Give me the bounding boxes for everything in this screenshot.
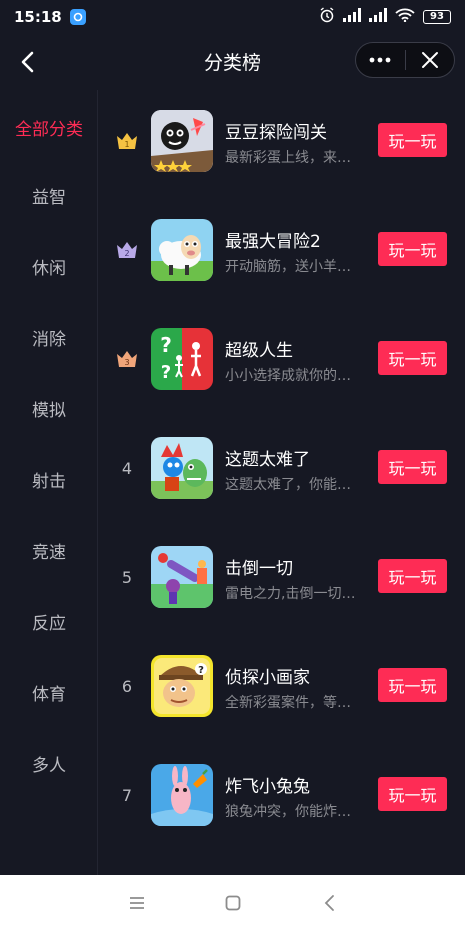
play-button[interactable]: 玩一玩 — [378, 559, 447, 593]
play-button[interactable]: 玩一玩 — [378, 668, 447, 702]
recent-apps-button[interactable] — [125, 891, 149, 915]
sidebar-item-match[interactable]: 消除 — [0, 317, 98, 357]
header: 分类榜 — [0, 34, 465, 90]
status-time: 15:18 — [14, 8, 62, 26]
game-icon-hard-quiz[interactable] — [151, 437, 213, 499]
play-button[interactable]: 玩一玩 — [378, 341, 447, 375]
game-desc: 雷电之力,击倒一切敌人 — [225, 586, 362, 602]
close-icon — [421, 52, 438, 68]
status-bar: 15:18 93 — [0, 0, 465, 34]
sidebar-item-racing[interactable]: 竞速 — [0, 530, 98, 570]
menu-icon — [130, 897, 144, 909]
game-name: 侦探小画家 — [225, 668, 310, 688]
status-icons: 93 — [319, 0, 451, 34]
signal-icon — [343, 8, 361, 26]
game-desc: 最新彩蛋上线，来一起探险吧 — [225, 150, 362, 166]
game-name: 超级人生 — [225, 341, 293, 361]
list-item[interactable]: 7 炸飞小兔兔 狼兔冲突，你能炸飞它吗 玩一玩 — [98, 744, 465, 844]
battery-icon: 93 — [423, 10, 451, 24]
svg-text:?: ? — [161, 362, 171, 383]
chevron-left-icon — [324, 895, 334, 911]
game-icon-sheep[interactable] — [151, 219, 213, 281]
home-button[interactable] — [221, 891, 245, 915]
sidebar-item-simulation[interactable]: 模拟 — [0, 388, 98, 428]
alarm-icon — [319, 7, 335, 27]
game-desc: 开动脑筋，送小羊回家 — [225, 259, 362, 275]
game-icon-doudou[interactable] — [151, 110, 213, 172]
game-desc: 狼兔冲突，你能炸飞它吗 — [225, 804, 362, 820]
sidebar-item-multiplayer[interactable]: 多人 — [0, 743, 98, 783]
sidebar-item-casual[interactable]: 休闲 — [0, 246, 98, 286]
rank-number: 6 — [121, 676, 133, 696]
list-item[interactable]: 6 ? 侦探小画家 全新彩蛋案件，等你来破解 玩一玩 — [98, 635, 465, 735]
sidebar-item-all[interactable]: 全部分类 — [0, 107, 98, 147]
rank-number: 5 — [121, 567, 133, 587]
game-desc: 这题太难了，你能通关吗 — [225, 477, 362, 493]
game-desc: 小小选择成就你的人生 — [225, 368, 362, 384]
system-back-button[interactable] — [318, 891, 342, 915]
list-item[interactable]: 5 击倒一切 雷电之力,击倒一切敌人 玩一玩 — [98, 526, 465, 626]
rank-crown-silver: 2 — [114, 239, 140, 261]
play-button[interactable]: 玩一玩 — [378, 777, 447, 811]
system-nav-bar — [0, 875, 465, 931]
game-name: 这题太难了 — [225, 450, 310, 470]
crown-gold-icon: 1 — [117, 133, 137, 149]
game-ranking-list: 1 豆豆探险闯关 最新彩蛋上线，来一起探险吧 玩一玩 2 最强大冒险2 开动脑筋… — [98, 90, 465, 875]
game-name: 豆豆探险闯关 — [225, 123, 327, 143]
list-item[interactable]: 3 ?? 超级人生 小小选择成就你的人生 玩一玩 — [98, 308, 465, 408]
square-icon — [225, 895, 241, 911]
more-dots-icon — [369, 57, 391, 63]
notification-app-icon — [69, 9, 86, 25]
svg-text:?: ? — [160, 333, 172, 357]
list-item[interactable]: 1 豆豆探险闯关 最新彩蛋上线，来一起探险吧 玩一玩 — [98, 90, 465, 190]
list-item[interactable]: 4 这题太难了 这题太难了，你能通关吗 玩一玩 — [98, 417, 465, 517]
game-desc: 全新彩蛋案件，等你来破解 — [225, 695, 362, 711]
game-name: 最强大冒险2 — [225, 232, 321, 252]
game-icon-knockdown[interactable] — [151, 546, 213, 608]
more-button[interactable] — [356, 43, 405, 77]
game-icon-life[interactable]: ?? — [151, 328, 213, 390]
game-icon-rabbit[interactable] — [151, 764, 213, 826]
rank-number: 1 — [124, 140, 129, 149]
list-item[interactable]: 2 最强大冒险2 开动脑筋，送小羊回家 玩一玩 — [98, 199, 465, 299]
game-name: 击倒一切 — [225, 559, 293, 579]
crown-silver-icon: 2 — [117, 242, 137, 258]
close-button[interactable] — [406, 43, 455, 77]
sidebar-item-sports[interactable]: 体育 — [0, 672, 98, 712]
rank-number: 3 — [124, 358, 129, 367]
wifi-icon — [395, 8, 415, 26]
rank-number: 7 — [121, 785, 133, 805]
rank-crown-bronze: 3 — [114, 348, 140, 370]
sidebar-item-shooting[interactable]: 射击 — [0, 459, 98, 499]
sidebar-item-puzzle[interactable]: 益智 — [0, 175, 98, 215]
rank-number: 2 — [124, 249, 129, 258]
play-button[interactable]: 玩一玩 — [378, 450, 447, 484]
category-sidebar: 全部分类 益智 休闲 消除 模拟 射击 竞速 反应 体育 多人 — [0, 90, 98, 875]
game-icon-detective[interactable]: ? — [151, 655, 213, 717]
rank-number: 4 — [121, 458, 133, 478]
rank-crown-gold: 1 — [114, 130, 140, 152]
game-name: 炸飞小兔兔 — [225, 777, 310, 797]
play-button[interactable]: 玩一玩 — [378, 232, 447, 266]
crown-bronze-icon: 3 — [117, 351, 137, 367]
signal-icon-2 — [369, 8, 387, 26]
mini-program-capsule — [355, 42, 455, 78]
sidebar-item-reaction[interactable]: 反应 — [0, 601, 98, 641]
svg-text:?: ? — [198, 665, 204, 676]
play-button[interactable]: 玩一玩 — [378, 123, 447, 157]
